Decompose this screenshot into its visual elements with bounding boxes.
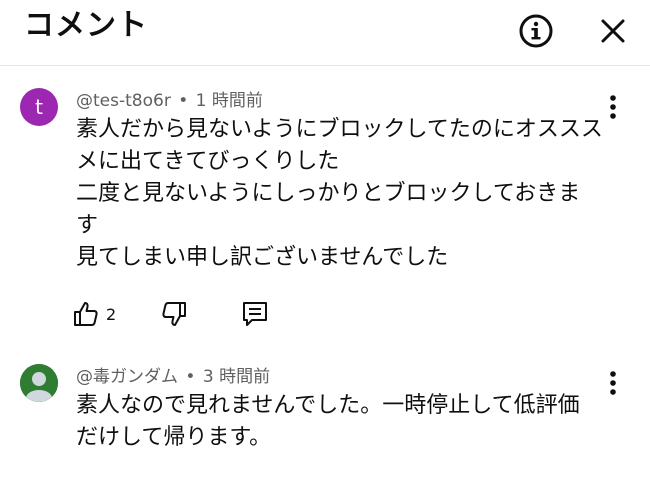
avatar-letter: t [35,95,43,119]
comment-line: 見てしまい申し訳ございませんでした [76,245,449,270]
info-button[interactable] [515,10,557,52]
avatar[interactable] [20,364,58,402]
comment-text: 素人だから見ないようにブロックしてたのにオススス メに出てきてびっくりした 二度… [76,114,606,274]
comment-meta: @毒ガンダム • 3 時間前 [76,366,270,388]
like-button[interactable]: 2 [72,296,116,332]
comment-line: 素人だから見ないようにブロックしてたのにオススス [76,117,603,142]
like-count: 2 [106,304,117,324]
comment-time[interactable]: 1 時間前 [196,91,263,111]
more-vertical-icon [610,95,616,119]
comment-text: 素人なので見れませんでした。一時停止して低評価 だけして帰ります。 [76,390,606,454]
comment-line: 素人なので見れませんでした。一時停止して低評価 [76,393,580,418]
dislike-button[interactable] [160,296,188,332]
comment-line: す [76,213,99,238]
avatar[interactable]: t [20,88,58,126]
close-button[interactable] [592,10,634,52]
reply-button[interactable] [240,296,270,332]
thumbs-up-icon [74,302,98,326]
comment-line: だけして帰ります。 [76,425,272,450]
comment-time[interactable]: 3 時間前 [203,367,270,387]
comment-author[interactable]: @tes-t8o6r [76,91,171,111]
comment-reply-icon [243,302,267,326]
thumbs-down-icon [162,302,186,326]
comment-actions: 2 [72,296,332,332]
comments-header: コメント [0,0,650,66]
close-icon [601,19,625,43]
comment-line: メに出てきてびっくりした [76,149,340,174]
more-vertical-icon [610,371,616,395]
comment-author[interactable]: @毒ガンダム [76,367,178,387]
comment-line: 二度と見ないようにしっかりとブロックしておきま [76,181,581,206]
comment-meta: @tes-t8o6r • 1 時間前 [76,90,263,112]
meta-separator: • [178,91,189,111]
page-title: コメント [24,8,148,43]
avatar-image [20,364,58,402]
meta-separator: • [185,367,196,387]
info-circle-icon [519,14,553,48]
